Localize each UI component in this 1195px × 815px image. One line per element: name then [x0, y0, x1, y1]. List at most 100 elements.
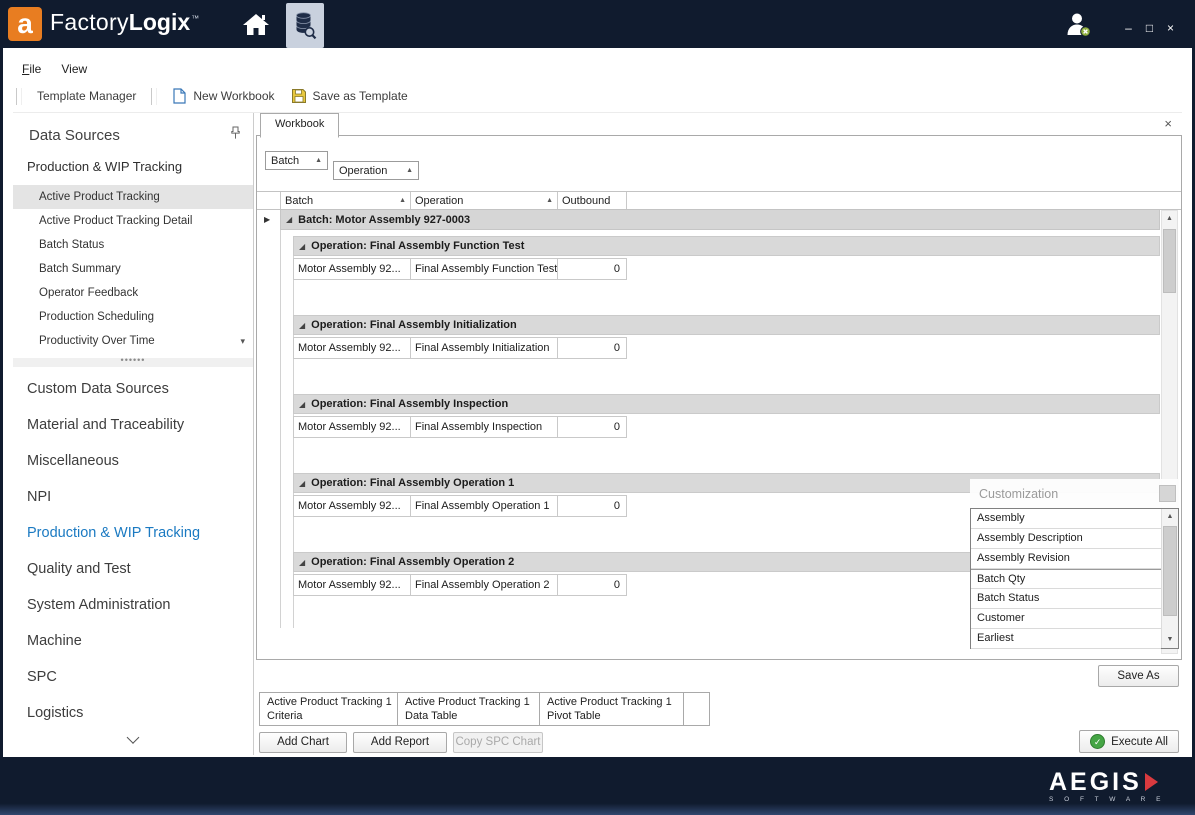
minimize-button[interactable]: – [1118, 22, 1139, 34]
sidebar-category-logistics[interactable]: Logistics [13, 695, 253, 731]
operation-group-row[interactable]: ◢ Operation: Final Assembly Inspection [293, 394, 1160, 414]
cell-batch[interactable]: Motor Assembly 92... [293, 495, 411, 517]
cell-batch[interactable]: Motor Assembly 92... [293, 416, 411, 438]
column-header-batch[interactable]: Batch▲ [280, 192, 411, 209]
cell-operation[interactable]: Final Assembly Initialization [411, 337, 558, 359]
workbook-tab-strip: Workbook × [256, 113, 1182, 135]
cell-outbound[interactable]: 0 [558, 495, 627, 517]
customization-scrollbar[interactable]: ▲ ▼ [1161, 509, 1178, 648]
tab-pivot-table[interactable]: Active Product Tracking 1Pivot Table [540, 692, 684, 726]
cell-operation[interactable]: Final Assembly Inspection [411, 416, 558, 438]
cell-outbound[interactable]: 0 [558, 258, 627, 280]
save-as-template-button[interactable]: Save as Template [283, 85, 416, 107]
workbook-close-icon[interactable]: × [1164, 117, 1172, 130]
app-logo-letter: a [17, 8, 33, 39]
pin-icon[interactable] [230, 126, 241, 144]
add-report-button[interactable]: Add Report [353, 732, 447, 753]
column-header-outbound[interactable]: Outbound [558, 192, 627, 209]
group-field-batch[interactable]: Batch▲ [265, 151, 328, 170]
cell-operation[interactable]: Final Assembly Function Test [411, 258, 558, 280]
sidebar-category-spc[interactable]: SPC [13, 659, 253, 695]
field-list-item[interactable]: Batch Qty [971, 569, 1161, 589]
aegis-logo: AEGIS S O F T W A R E [1049, 770, 1165, 803]
group-expanded-icon: ◢ [299, 400, 305, 409]
group-expanded-icon: ◢ [299, 558, 305, 567]
sidebar-item-production-scheduling[interactable]: Production Scheduling [13, 305, 253, 329]
chevron-down-icon[interactable]: ▾ [240, 329, 245, 353]
add-chart-button[interactable]: Add Chart [259, 732, 347, 753]
field-list-item[interactable]: Batch Status [971, 589, 1161, 609]
sidebar-item-batch-status[interactable]: Batch Status [13, 233, 253, 257]
field-list-item[interactable]: Assembly [971, 509, 1161, 529]
scroll-up-icon[interactable]: ▲ [1162, 211, 1177, 227]
field-list-item[interactable]: Earliest [971, 629, 1161, 649]
sidebar-collapse-chevron[interactable] [129, 729, 138, 747]
cell-batch[interactable]: Motor Assembly 92... [293, 258, 411, 280]
cell-batch[interactable]: Motor Assembly 92... [293, 337, 411, 359]
sidebar-item-productivity-over-time[interactable]: Productivity Over Time▾ [13, 329, 253, 353]
tab-criteria[interactable]: Active Product Tracking 1Criteria [259, 692, 398, 726]
table-row[interactable]: Motor Assembly 92... Final Assembly Oper… [293, 574, 627, 596]
field-list-item[interactable]: Assembly Revision [971, 549, 1161, 569]
column-header-operation[interactable]: Operation▲ [411, 192, 558, 209]
home-icon[interactable] [241, 11, 271, 37]
brand-name: FactoryLogix™ [50, 9, 199, 36]
new-workbook-button[interactable]: New Workbook [164, 85, 282, 107]
sidebar-title: Data Sources [29, 127, 120, 144]
row-expand-icon[interactable]: ▶ [264, 215, 270, 224]
cell-operation[interactable]: Final Assembly Operation 2 [411, 574, 558, 596]
tab-data-table[interactable]: Active Product Tracking 1Data Table [398, 692, 540, 726]
toolbar-separator [151, 88, 157, 105]
maximize-button[interactable]: □ [1139, 22, 1160, 34]
tab-workbook[interactable]: Workbook [260, 113, 339, 138]
customization-close-button[interactable] [1159, 485, 1176, 502]
execute-all-button[interactable]: ✓ Execute All [1079, 730, 1179, 753]
customization-panel: Customization Assembly Assembly Descript… [970, 479, 1179, 649]
sidebar-category-machine[interactable]: Machine [13, 623, 253, 659]
sidebar-item-active-product-tracking[interactable]: Active Product Tracking [13, 185, 253, 209]
group-field-operation[interactable]: Operation▲ [333, 161, 419, 180]
table-row[interactable]: Motor Assembly 92... Final Assembly Func… [293, 258, 627, 280]
sidebar-item-batch-summary[interactable]: Batch Summary [13, 257, 253, 281]
sidebar-section-title[interactable]: Production & WIP Tracking [13, 159, 253, 174]
cell-outbound[interactable]: 0 [558, 337, 627, 359]
sidebar-category-miscellaneous[interactable]: Miscellaneous [13, 443, 253, 479]
brand-factory: Factory [50, 9, 129, 35]
sidebar-category-production-wip-tracking[interactable]: Production & WIP Tracking [13, 515, 253, 551]
sidebar-category-system-administration[interactable]: System Administration [13, 587, 253, 623]
operation-group-row[interactable]: ◢ Operation: Final Assembly Function Tes… [293, 236, 1160, 256]
database-search-icon[interactable] [286, 3, 324, 48]
table-row[interactable]: Motor Assembly 92... Final Assembly Insp… [293, 416, 627, 438]
scroll-down-icon[interactable]: ▼ [1162, 632, 1178, 648]
menubar: File View [3, 56, 1192, 82]
table-row[interactable]: Motor Assembly 92... Final Assembly Init… [293, 337, 627, 359]
close-button[interactable]: × [1160, 22, 1181, 34]
sidebar-item-operator-feedback[interactable]: Operator Feedback [13, 281, 253, 305]
menu-file[interactable]: File [13, 58, 50, 80]
field-list-item[interactable]: Assembly Description [971, 529, 1161, 549]
cell-batch[interactable]: Motor Assembly 92... [293, 574, 411, 596]
sort-asc-icon: ▲ [315, 157, 322, 164]
scrollbar-thumb[interactable] [1163, 526, 1177, 616]
operation-group-row[interactable]: ◢ Operation: Final Assembly Initializati… [293, 315, 1160, 335]
toolbar: Template Manager New Workbook Save as Te… [3, 82, 1192, 110]
menu-view[interactable]: View [52, 58, 96, 80]
titlebar-controls: – □ × [1064, 0, 1181, 48]
sidebar-item-active-product-tracking-detail[interactable]: Active Product Tracking Detail [13, 209, 253, 233]
batch-group-row[interactable]: ◢ Batch: Motor Assembly 927-0003 [280, 210, 1160, 230]
table-row[interactable]: Motor Assembly 92... Final Assembly Oper… [293, 495, 627, 517]
cell-outbound[interactable]: 0 [558, 416, 627, 438]
sidebar-category-custom-data-sources[interactable]: Custom Data Sources [13, 371, 253, 407]
template-manager-button[interactable]: Template Manager [29, 86, 144, 106]
sidebar-splitter[interactable]: •••••• [13, 358, 253, 367]
cell-operation[interactable]: Final Assembly Operation 1 [411, 495, 558, 517]
scrollbar-thumb[interactable] [1163, 229, 1176, 293]
scroll-up-icon[interactable]: ▲ [1162, 509, 1178, 525]
sidebar-category-quality-and-test[interactable]: Quality and Test [13, 551, 253, 587]
save-as-button[interactable]: Save As [1098, 665, 1179, 687]
sidebar-category-npi[interactable]: NPI [13, 479, 253, 515]
user-icon[interactable] [1064, 10, 1092, 43]
field-list-item[interactable]: Customer [971, 609, 1161, 629]
sidebar-category-material-and-traceability[interactable]: Material and Traceability [13, 407, 253, 443]
cell-outbound[interactable]: 0 [558, 574, 627, 596]
